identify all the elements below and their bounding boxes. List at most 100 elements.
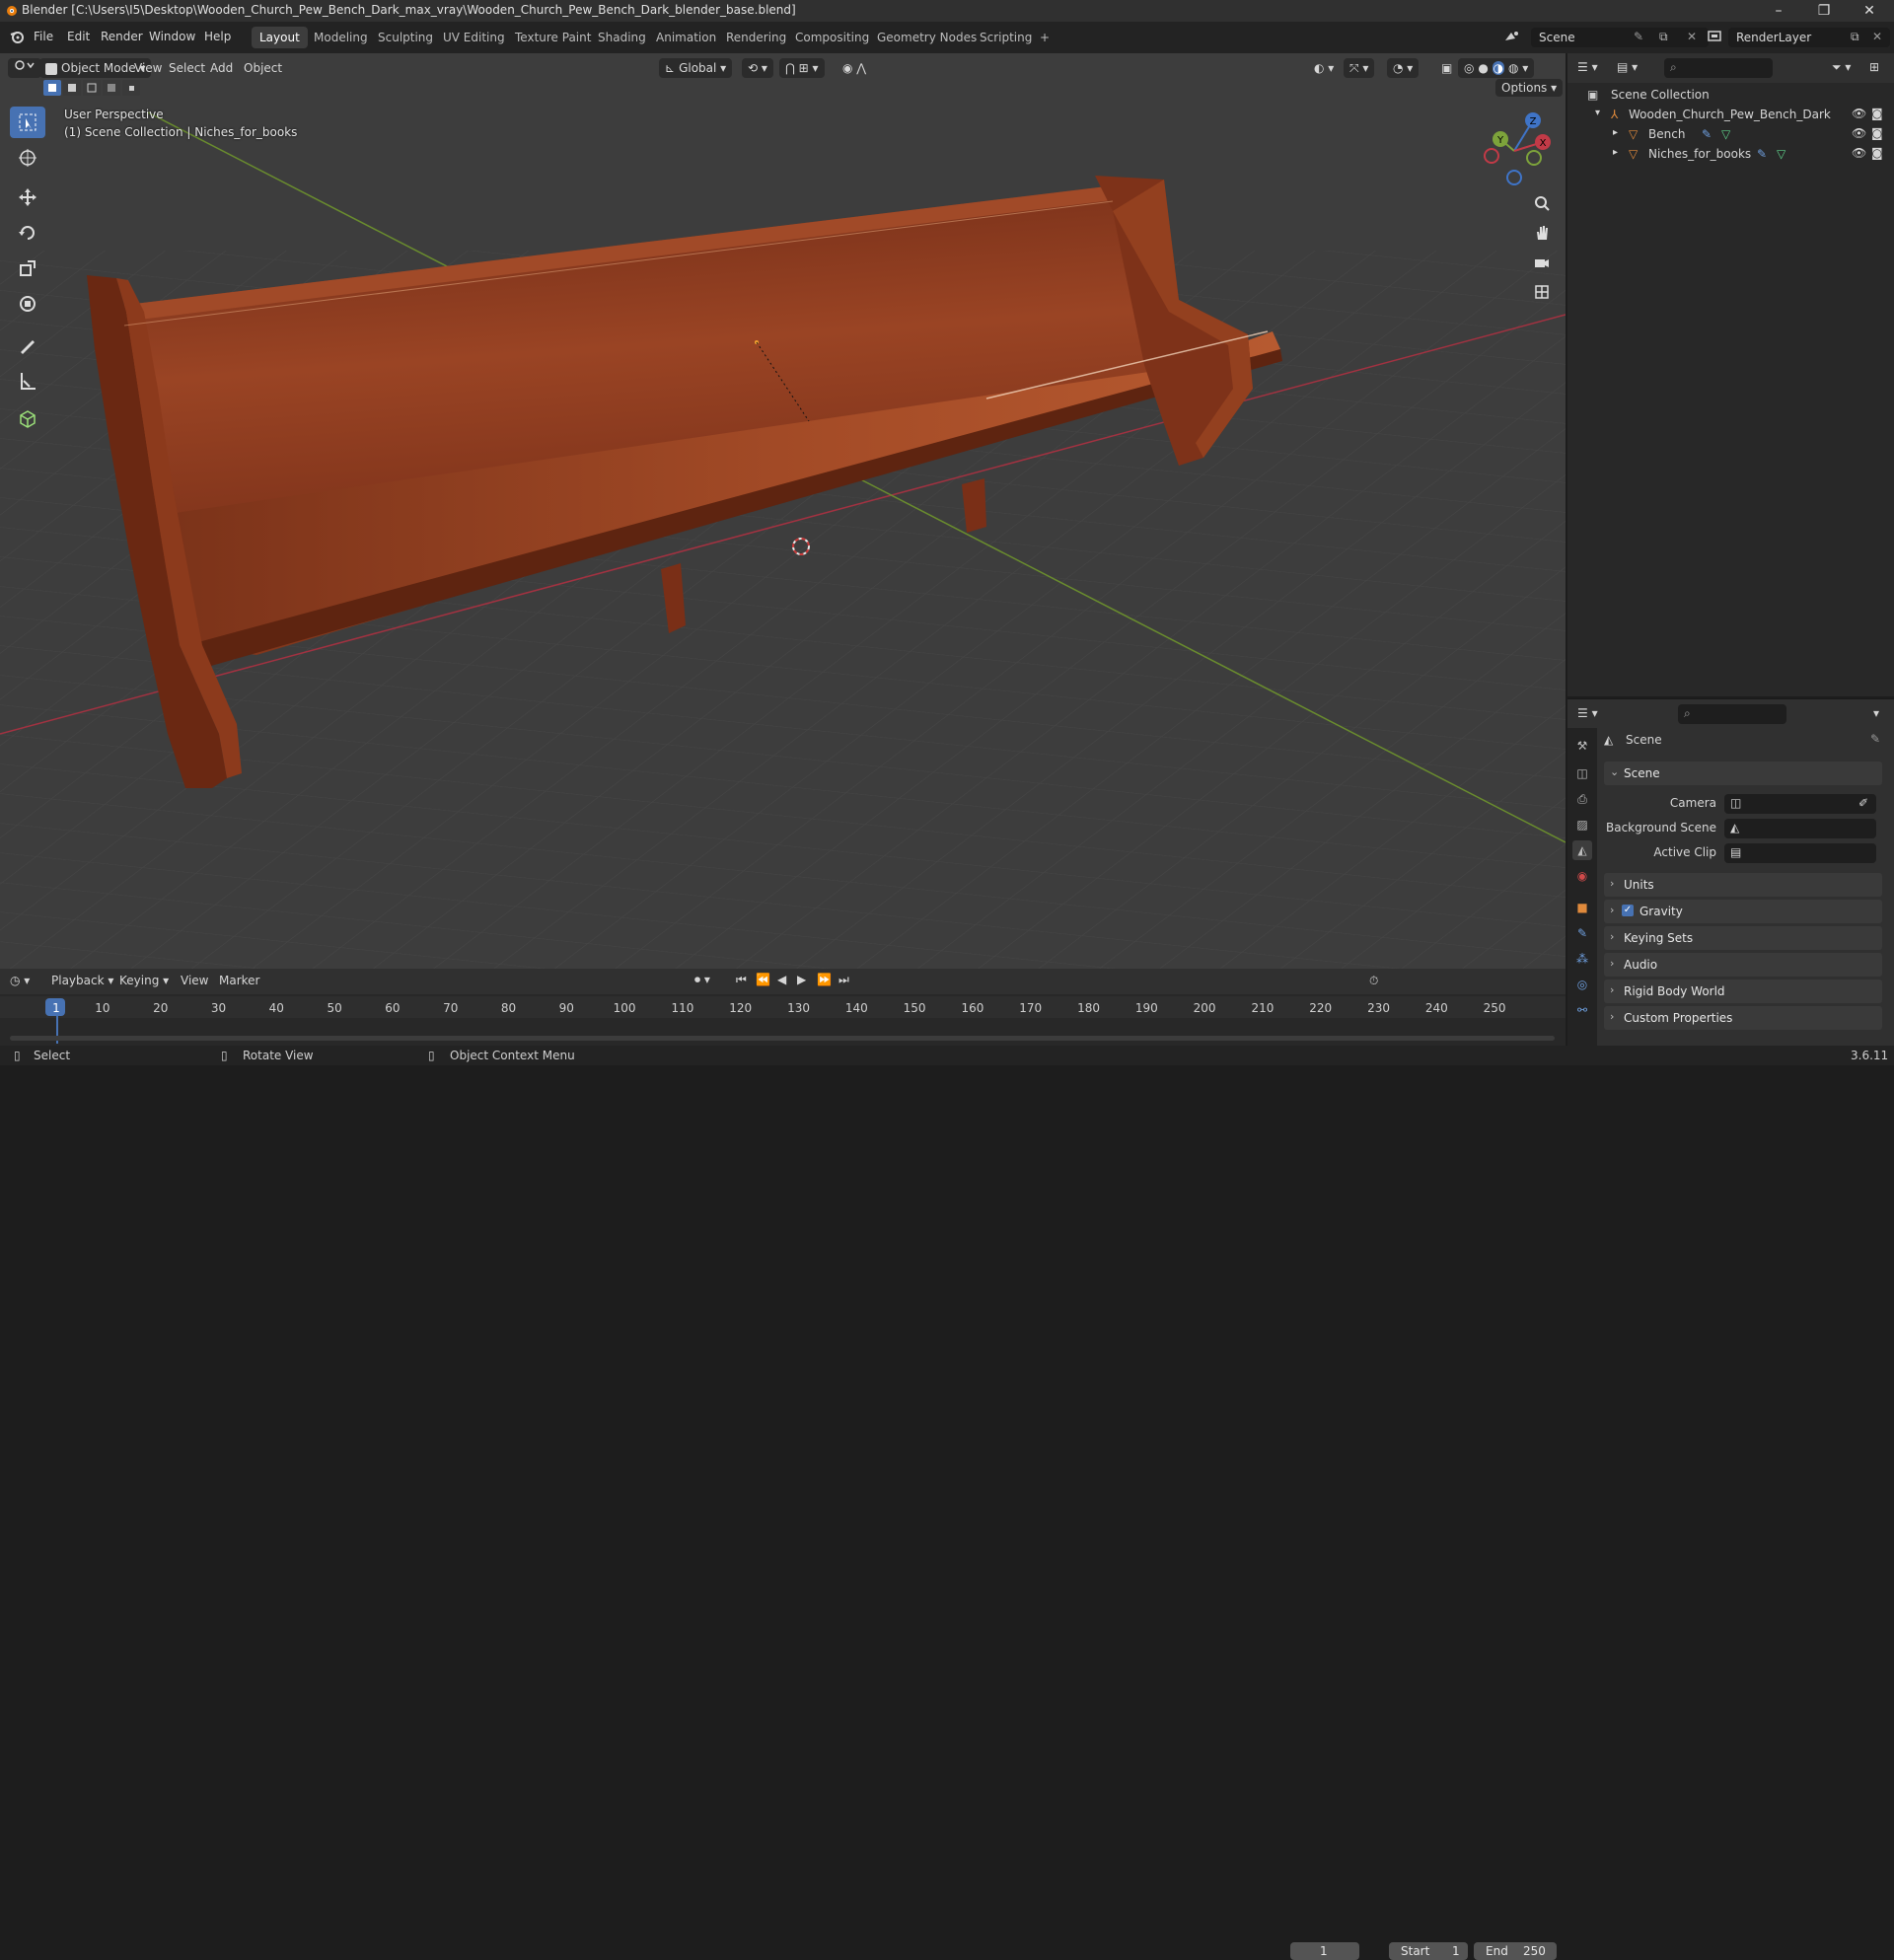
panel-gravity[interactable]: › ✓ Gravity xyxy=(1604,900,1882,923)
menu-add[interactable]: Add xyxy=(204,58,239,78)
blender-menu-icon[interactable] xyxy=(9,29,25,44)
physics-tab-icon[interactable]: ◎ xyxy=(1572,975,1592,994)
tab-sculpting[interactable]: Sculpting xyxy=(370,27,441,48)
select-invert-icon[interactable] xyxy=(103,80,120,96)
visibility-eye-icon[interactable]: 👁 xyxy=(1852,107,1866,120)
options-dropdown[interactable]: Options ▾ xyxy=(1495,79,1564,97)
select-new-icon[interactable] xyxy=(43,80,61,96)
eyedropper-icon[interactable]: ✐ xyxy=(1858,796,1868,810)
navigation-gizmo[interactable]: Z Y X xyxy=(1470,107,1559,195)
select-extend-icon[interactable] xyxy=(63,80,81,96)
menu-window[interactable]: Window xyxy=(149,30,195,43)
properties-editor-type-icon[interactable]: ☰ ▾ xyxy=(1577,706,1598,720)
play-reverse-icon[interactable]: ◀ xyxy=(777,973,786,986)
tab-animation[interactable]: Animation xyxy=(648,27,724,48)
scene-icon[interactable] xyxy=(1503,29,1521,44)
pan-hand-icon[interactable] xyxy=(1528,219,1556,247)
scale-tool-icon[interactable] xyxy=(10,253,45,284)
pivot-point-selector[interactable]: ⟲ ▾ xyxy=(742,58,773,78)
properties-search-input[interactable]: ⌕ xyxy=(1678,704,1786,724)
new-collection-icon[interactable]: ⊞ xyxy=(1869,60,1879,74)
panel-scene[interactable]: ⌄ Scene xyxy=(1604,762,1882,785)
maximize-button[interactable]: ❐ xyxy=(1801,0,1847,22)
tab-modeling[interactable]: Modeling xyxy=(306,27,376,48)
overlays-toggle[interactable]: ◔ ▾ xyxy=(1387,58,1420,78)
render-camera-icon[interactable]: ◙ xyxy=(1871,126,1883,140)
select-subtract-icon[interactable] xyxy=(83,80,101,96)
rotate-tool-icon[interactable] xyxy=(10,217,45,249)
select-box-tool-icon[interactable] xyxy=(10,107,45,138)
outliner-row-bench[interactable]: ▸ ▽ Bench ✎ ▽ 👁 ◙ xyxy=(1567,124,1894,144)
tab-shading[interactable]: Shading xyxy=(590,27,654,48)
menu-playback[interactable]: Playback ▾ xyxy=(51,974,113,987)
scene-selector[interactable]: Scene ✎ ⧉ ✕ xyxy=(1531,28,1709,47)
menu-timeline-view[interactable]: View xyxy=(181,974,208,987)
menu-render[interactable]: Render xyxy=(101,30,143,43)
stopwatch-icon[interactable]: ⏱ xyxy=(1369,974,1378,988)
view-layer-tab-icon[interactable]: ▨ xyxy=(1572,815,1592,835)
camera-field[interactable]: ◫ ✐ xyxy=(1724,794,1876,814)
view-layer-selector[interactable]: RenderLayer ⧉ ✕ xyxy=(1728,28,1890,47)
play-icon[interactable]: ▶ xyxy=(797,973,806,986)
cursor-tool-icon[interactable] xyxy=(10,142,45,174)
tab-uv-editing[interactable]: UV Editing xyxy=(435,27,513,48)
outliner-row-niches[interactable]: ▸ ▽ Niches_for_books ✎ ▽ 👁 ◙ xyxy=(1567,144,1894,164)
tab-texture-paint[interactable]: Texture Paint xyxy=(507,27,599,48)
expand-arrow-icon[interactable]: ▸ xyxy=(1613,147,1618,158)
gravity-checkbox[interactable]: ✓ xyxy=(1622,905,1634,916)
render-camera-icon[interactable]: ◙ xyxy=(1871,146,1883,160)
panel-keying-sets[interactable]: › Keying Sets xyxy=(1604,926,1882,950)
3d-viewport[interactable] xyxy=(0,53,1566,969)
tab-scripting[interactable]: Scripting xyxy=(972,27,1040,48)
add-workspace-button[interactable]: + xyxy=(1032,27,1057,48)
outliner-search-input[interactable]: ⌕ xyxy=(1664,58,1773,78)
material-shading-icon[interactable]: ◑ xyxy=(1492,61,1505,75)
ortho-toggle-icon[interactable] xyxy=(1528,278,1556,306)
filter-icon[interactable]: ⏷ ▾ xyxy=(1832,60,1851,75)
minimize-button[interactable]: – xyxy=(1756,0,1801,22)
snap-toggle[interactable]: ⋂ ⊞ ▾ xyxy=(779,58,825,78)
proportional-editing-toggle[interactable]: ◉ ⋀ xyxy=(837,58,872,78)
timeline-scrollbar[interactable] xyxy=(10,1036,1555,1041)
measure-tool-icon[interactable] xyxy=(10,365,45,397)
background-scene-field[interactable]: ◭ xyxy=(1724,819,1876,838)
modifier-tab-icon[interactable]: ✎ xyxy=(1572,923,1592,943)
scene-tab-icon[interactable]: ◭ xyxy=(1572,840,1592,860)
output-tab-icon[interactable]: ⎙ xyxy=(1572,789,1592,809)
camera-view-icon[interactable] xyxy=(1528,249,1556,276)
transform-orientation-selector[interactable]: ⊾ Global ▾ xyxy=(659,58,733,78)
new-scene-icon[interactable]: ⧉ xyxy=(1659,30,1668,44)
menu-keying[interactable]: Keying ▾ xyxy=(119,974,169,987)
visibility-eye-icon[interactable]: 👁 xyxy=(1852,126,1866,140)
panel-rigid-body-world[interactable]: › Rigid Body World xyxy=(1604,980,1882,1003)
outliner-editor-type-icon[interactable]: ☰ ▾ xyxy=(1577,60,1598,74)
annotate-tool-icon[interactable] xyxy=(10,329,45,361)
expand-arrow-icon[interactable]: ▾ xyxy=(1595,108,1600,118)
xray-toggle[interactable]: ▣ xyxy=(1435,58,1458,78)
panel-audio[interactable]: › Audio xyxy=(1604,953,1882,977)
tab-compositing[interactable]: Compositing xyxy=(787,27,877,48)
rendered-shading-icon[interactable]: ◍ xyxy=(1508,61,1518,75)
outliner-row-scene-collection[interactable]: ▣ Scene Collection xyxy=(1567,85,1894,105)
render-tab-icon[interactable]: ◫ xyxy=(1572,763,1592,783)
delete-view-layer-icon[interactable]: ✕ xyxy=(1872,30,1882,43)
menu-edit[interactable]: Edit xyxy=(67,30,90,43)
menu-marker[interactable]: Marker xyxy=(219,974,259,987)
view-layer-icon[interactable] xyxy=(1707,29,1724,44)
expand-arrow-icon[interactable]: ▸ xyxy=(1613,127,1618,138)
visibility-eye-icon[interactable]: 👁 xyxy=(1852,146,1866,160)
outliner-row-collection[interactable]: ▾ ⅄ Wooden_Church_Pew_Bench_Dark 👁 ◙ xyxy=(1567,105,1894,124)
zoom-icon[interactable] xyxy=(1528,189,1556,217)
menu-object[interactable]: Object xyxy=(238,58,288,78)
outliner[interactable]: ☰ ▾ ▤ ▾ ⌕ ⏷ ▾ ⊞ ▣ Scene Collection ▾ ⅄ W… xyxy=(1567,53,1894,696)
new-view-layer-icon[interactable]: ⧉ xyxy=(1851,30,1859,44)
properties-options-icon[interactable]: ▾ xyxy=(1873,706,1879,720)
constraints-tab-icon[interactable]: ⚯ xyxy=(1572,1000,1592,1020)
object-tab-icon[interactable]: ■ xyxy=(1572,898,1592,917)
menu-help[interactable]: Help xyxy=(204,30,231,43)
tool-tab-icon[interactable]: ⚒ xyxy=(1572,736,1592,756)
panel-units[interactable]: › Units xyxy=(1604,873,1882,897)
display-mode-icon[interactable]: ▤ ▾ xyxy=(1617,60,1638,74)
panel-custom-properties[interactable]: › Custom Properties xyxy=(1604,1006,1882,1030)
add-cube-tool-icon[interactable] xyxy=(10,402,45,434)
